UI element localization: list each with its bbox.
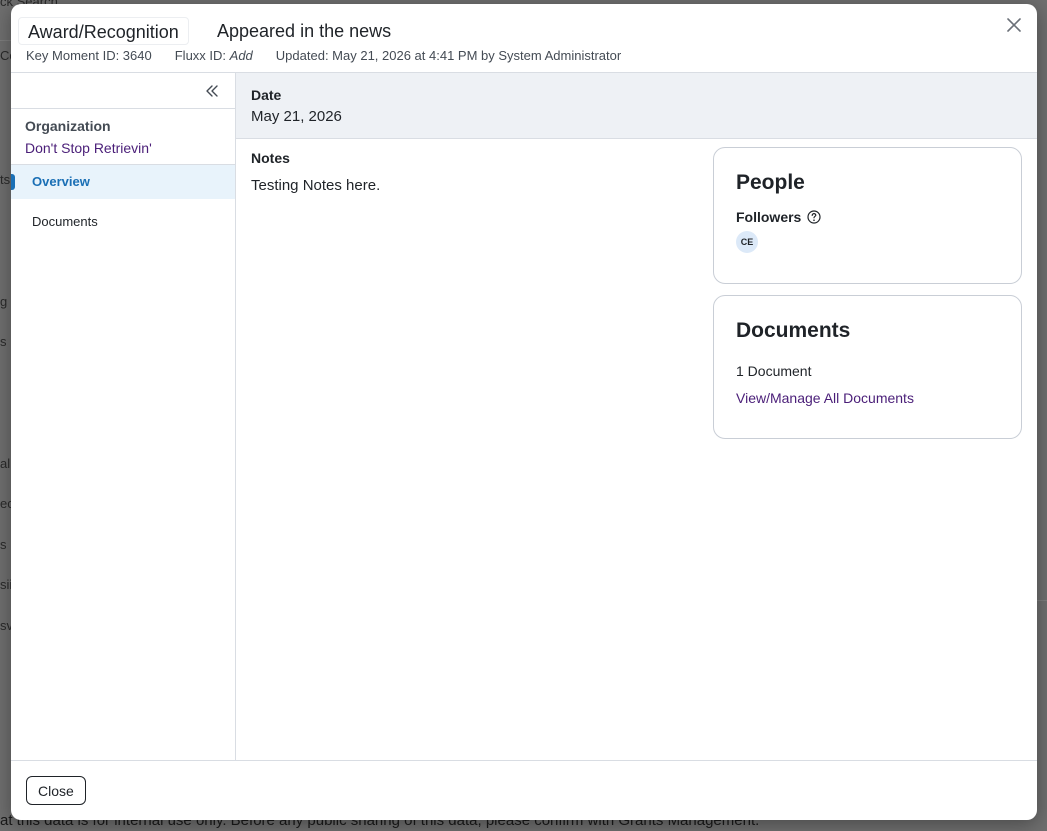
- bg-fragment: g: [0, 294, 8, 309]
- date-label: Date: [251, 87, 282, 103]
- sidebar: Organization Don't Stop Retrievin' Overv…: [11, 73, 236, 760]
- meta-row: Key Moment ID: 3640 Fluxx ID: Add Update…: [26, 48, 621, 63]
- documents-card-title: Documents: [736, 319, 851, 342]
- bg-divider: [1037, 600, 1047, 601]
- close-x-icon[interactable]: [1005, 16, 1023, 34]
- double-chevron-left-icon[interactable]: [205, 84, 219, 98]
- type-label: Award/Recognition: [18, 17, 189, 45]
- view-manage-documents-link[interactable]: View/Manage All Documents: [736, 390, 999, 406]
- organization-link[interactable]: Don't Stop Retrievin': [25, 140, 221, 156]
- followers-row: Followers: [736, 209, 999, 225]
- follower-avatar[interactable]: CE: [736, 231, 758, 253]
- bg-divider: [0, 40, 11, 41]
- modal-title: Appeared in the news: [217, 21, 392, 41]
- notes-label: Notes: [251, 150, 290, 166]
- people-card: People Followers CE: [713, 147, 1022, 284]
- key-moment-id: Key Moment ID: 3640: [26, 48, 152, 63]
- documents-card: Documents 1 Document View/Manage All Doc…: [713, 295, 1022, 439]
- updated-info: Updated: May 21, 2026 at 4:41 PM by Syst…: [275, 48, 622, 63]
- modal-footer: Close: [11, 760, 1037, 820]
- notes-value: Testing Notes here.: [251, 177, 381, 194]
- organization-block: Organization Don't Stop Retrievin': [11, 109, 235, 165]
- followers-label: Followers: [736, 209, 802, 225]
- organization-label: Organization: [25, 118, 111, 134]
- notes-section: Notes Testing Notes here.: [251, 150, 380, 194]
- date-value: May 21, 2026: [251, 108, 342, 125]
- close-button[interactable]: Close: [26, 776, 86, 805]
- fluxx-id-label: Fluxx ID:: [174, 48, 227, 63]
- question-circle-icon[interactable]: [807, 210, 821, 224]
- bg-fragment: s: [0, 334, 7, 349]
- modal-header: Award/Recognition Appeared in the news K…: [11, 4, 1037, 73]
- bg-fragment: s: [0, 537, 7, 552]
- fluxx-id-add-link[interactable]: Add: [230, 48, 253, 63]
- key-moment-modal: Award/Recognition Appeared in the news K…: [11, 4, 1037, 820]
- sidebar-item-documents[interactable]: Documents: [11, 205, 235, 239]
- collapse-row: [11, 73, 235, 109]
- people-card-title: People: [736, 171, 805, 194]
- sidebar-item-overview[interactable]: Overview: [11, 165, 235, 199]
- fluxx-id: Fluxx ID: Add: [175, 48, 253, 63]
- bg-fragment: ts: [0, 172, 11, 187]
- document-count: 1 Document: [736, 363, 812, 379]
- main-content: Date May 21, 2026 Notes Testing Notes he…: [236, 73, 1037, 760]
- date-section: Date May 21, 2026: [236, 73, 1037, 139]
- bg-fragment: al: [0, 456, 11, 471]
